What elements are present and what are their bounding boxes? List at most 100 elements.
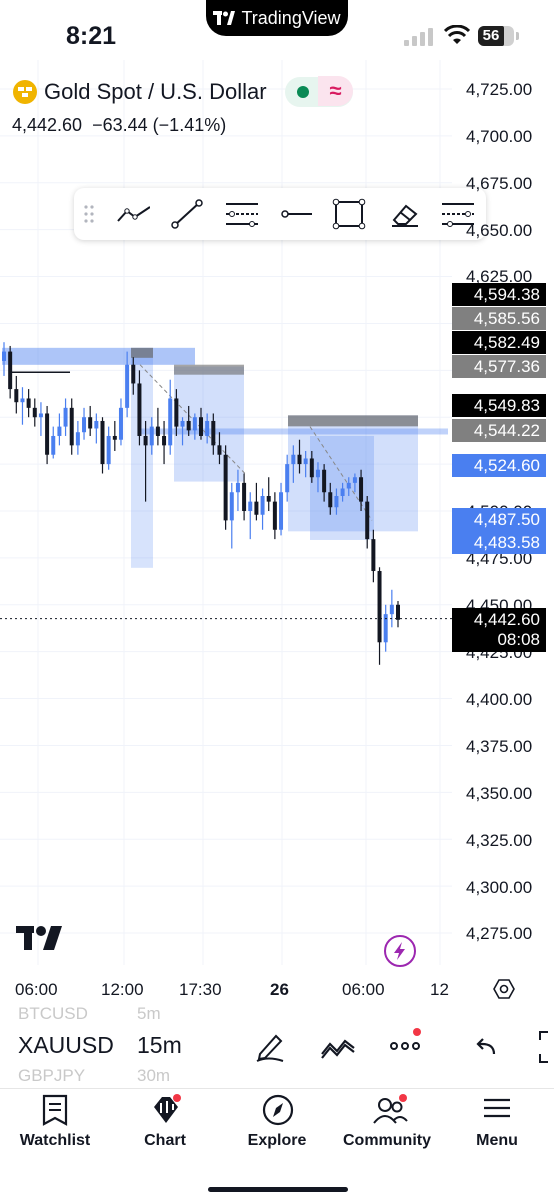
battery-level: 56 — [478, 26, 504, 46]
fullscreen-icon[interactable] — [536, 1030, 554, 1064]
candle-body — [377, 571, 382, 643]
status-bar: 8:21 TradingView 56 — [0, 0, 554, 60]
symbol-selector[interactable]: XAUUSD — [18, 1032, 114, 1059]
price-label: 4,585.56 — [452, 307, 546, 330]
candle-body — [8, 351, 13, 390]
indicators-icon[interactable] — [320, 1034, 356, 1060]
rectangle-tool-icon[interactable] — [332, 198, 366, 230]
candle-body — [272, 501, 277, 530]
nav-label: Menu — [476, 1132, 518, 1149]
candle-body — [328, 492, 333, 508]
candle-body — [217, 445, 222, 455]
candle-body — [242, 482, 247, 511]
candle-body — [279, 492, 284, 530]
candle-body — [118, 407, 123, 440]
price-summary: 4,442.60 −63.44 (−1.41%) — [12, 115, 226, 136]
candle-body — [352, 477, 357, 483]
bottom-navigation: Watchlist Chart Explore Community Menu — [0, 1088, 554, 1201]
drag-handle-icon[interactable] — [78, 198, 100, 230]
candle-body — [315, 469, 320, 478]
price-tick: 4,400.00 — [466, 690, 533, 709]
candle-body — [266, 495, 271, 502]
candle-body — [162, 435, 167, 446]
symbol-title[interactable]: Gold Spot / U.S. Dollar — [44, 79, 267, 105]
drawing-pen-icon[interactable] — [254, 1032, 286, 1062]
candle-body — [186, 420, 191, 431]
candle-body — [359, 477, 364, 502]
community-icon — [373, 1094, 408, 1124]
current-price-label: 4,442.60 08:08 — [452, 608, 546, 652]
fib-retracement-tool-icon[interactable] — [224, 198, 258, 230]
trend-angle-tool-icon[interactable] — [116, 198, 150, 230]
candle-body — [57, 426, 62, 436]
nav-watchlist[interactable]: Watchlist — [0, 1089, 110, 1159]
candle-body — [155, 426, 160, 436]
tradingview-watermark-icon — [16, 926, 62, 950]
nav-menu[interactable]: Menu — [442, 1089, 552, 1159]
price-tick: 4,675.00 — [466, 174, 533, 193]
candle-body — [2, 351, 6, 361]
gold-icon — [13, 80, 37, 104]
ghost-interval: 5m — [137, 1004, 161, 1023]
price-change: −63.44 — [92, 115, 148, 135]
nav-explore[interactable]: Explore — [222, 1089, 332, 1159]
time-tick: 12:00 — [101, 980, 144, 999]
candle-body — [199, 417, 203, 436]
chart-icon — [154, 1094, 181, 1123]
candle-body — [94, 420, 99, 429]
price-label: 4,549.83 — [452, 394, 546, 417]
candle-body — [254, 501, 259, 515]
nav-label: Explore — [247, 1132, 307, 1149]
candle-body — [297, 454, 302, 465]
last-price: 4,442.60 — [12, 115, 83, 135]
candle-body — [260, 495, 265, 515]
zone-rectangle — [288, 415, 418, 427]
interval-selector[interactable]: 15m — [137, 1032, 182, 1059]
nav-label: Chart — [144, 1132, 186, 1149]
price-label: 4,524.60 — [452, 454, 546, 477]
candle-body — [309, 458, 314, 478]
candle-body — [131, 364, 136, 384]
candle-body — [322, 469, 327, 493]
candle-body — [149, 426, 154, 446]
candle-body — [45, 413, 50, 455]
ghost-symbol: GBPJPY — [18, 1066, 86, 1085]
candle-body — [125, 364, 130, 408]
more-options-icon[interactable] — [388, 1026, 424, 1056]
price-label: 4,483.58 — [452, 531, 546, 554]
price-tick: 4,325.00 — [466, 831, 533, 850]
chart-settings-icon[interactable] — [493, 978, 515, 1000]
nav-chart[interactable]: Chart — [110, 1089, 220, 1159]
candle-body — [365, 501, 370, 540]
alerts-lightning-button[interactable] — [384, 935, 416, 967]
time-tick: 12 — [430, 980, 449, 999]
compass-icon — [262, 1094, 294, 1126]
candle-body — [38, 413, 43, 418]
time-tick: 17:30 — [179, 980, 222, 999]
nav-label: Watchlist — [19, 1132, 91, 1149]
trend-line-tool-icon[interactable] — [170, 198, 204, 230]
undo-icon[interactable] — [474, 1036, 498, 1058]
time-tick: 06:00 — [15, 980, 58, 999]
price-label: 4,582.49 — [452, 331, 546, 354]
candle-body — [248, 501, 253, 511]
delayed-data-icon[interactable]: ≈ — [318, 76, 353, 106]
candle-body — [334, 495, 339, 508]
horizontal-ray-tool-icon[interactable] — [280, 198, 314, 230]
price-tick: 4,350.00 — [466, 784, 533, 803]
nav-community[interactable]: Community — [332, 1089, 442, 1159]
price-change-percent: (−1.41%) — [152, 115, 227, 135]
candle-body — [346, 482, 351, 489]
candle-body — [174, 398, 179, 427]
price-label: 4,577.36 — [452, 355, 546, 378]
price-tick: 4,700.00 — [466, 127, 533, 146]
candle-body — [14, 389, 19, 403]
eraser-tool-icon[interactable] — [388, 198, 422, 230]
home-indicator — [208, 1187, 348, 1192]
market-open-dot — [297, 86, 309, 98]
ghost-symbol: BTCUSD — [18, 1004, 88, 1023]
candle-body — [291, 454, 296, 465]
candle-body — [396, 604, 400, 620]
candle-body — [389, 604, 394, 615]
price-label: 4,594.38 — [452, 283, 546, 306]
